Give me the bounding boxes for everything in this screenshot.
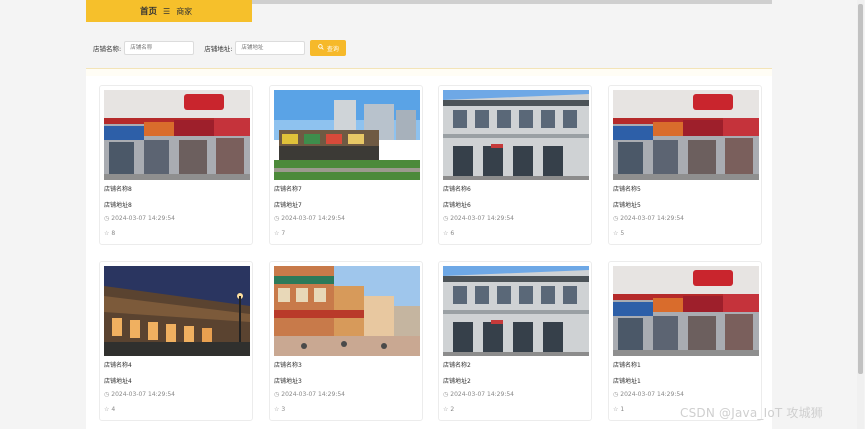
shop-likes: 6 [450, 230, 455, 237]
clock-icon: ◷ [613, 391, 619, 398]
clock-icon: ◷ [104, 215, 110, 222]
horizontal-scrollbar[interactable] [252, 0, 772, 4]
shop-name: 店铺名称4 [104, 362, 132, 369]
shop-time-row: ◷ 2024-03-07 14:29:54 [274, 215, 345, 222]
clock-icon: ◷ [443, 215, 449, 222]
vertical-scrollbar[interactable] [857, 0, 864, 429]
shop-card[interactable]: 店铺名称8 店铺地址8 ◷ 2024-03-07 14:29:54 ☆ 8 [99, 85, 253, 245]
shop-time-row: ◷ 2024-03-07 14:29:54 [274, 391, 345, 398]
watermark: CSDN @Java_IoT 攻城狮 [680, 406, 824, 420]
breadcrumb-current: 商家 [176, 6, 193, 16]
clock-icon: ◷ [443, 391, 449, 398]
shop-address-input[interactable] [235, 41, 306, 55]
shop-time-row: ◷ 2024-03-07 14:29:54 [104, 391, 175, 398]
shop-time-row: ◷ 2024-03-07 14:29:54 [443, 215, 514, 222]
shop-name: 店铺名称8 [104, 186, 132, 193]
breadcrumb-menu-icon: ☰ [163, 6, 171, 16]
shop-name: 店铺名称3 [274, 362, 302, 369]
shop-time: 2024-03-07 14:29:54 [450, 391, 514, 398]
shop-card[interactable]: 店铺名称4 店铺地址4 ◷ 2024-03-07 14:29:54 ☆ 4 [99, 261, 253, 421]
scrollbar-thumb[interactable] [858, 4, 863, 374]
shop-name: 店铺名称6 [443, 186, 471, 193]
shop-image[interactable] [104, 90, 250, 180]
shop-time-row: ◷ 2024-03-07 14:29:54 [443, 391, 514, 398]
breadcrumb-home[interactable]: 首页 [140, 5, 157, 17]
clock-icon: ◷ [613, 215, 619, 222]
shop-likes-row: ☆ 5 [613, 230, 624, 237]
shop-time-row: ◷ 2024-03-07 14:29:54 [613, 215, 684, 222]
clock-icon: ◷ [104, 391, 110, 398]
shop-likes: 1 [620, 406, 625, 413]
shop-likes: 3 [281, 406, 286, 413]
clock-icon: ◷ [274, 391, 280, 398]
shop-likes: 5 [620, 230, 625, 237]
shop-name: 店铺名称1 [613, 362, 641, 369]
clock-icon: ◷ [274, 215, 280, 222]
shop-time: 2024-03-07 14:29:54 [450, 215, 514, 222]
shop-card[interactable]: 店铺名称6 店铺地址6 ◷ 2024-03-07 14:29:54 ☆ 6 [438, 85, 592, 245]
shop-address: 店铺地址3 [274, 378, 302, 385]
shop-card[interactable]: 店铺名称7 店铺地址7 ◷ 2024-03-07 14:29:54 ☆ 7 [269, 85, 423, 245]
shop-time: 2024-03-07 14:29:54 [281, 391, 345, 398]
shop-grid: 店铺名称8 店铺地址8 ◷ 2024-03-07 14:29:54 ☆ 8 店铺… [86, 76, 772, 429]
shop-card[interactable]: 店铺名称3 店铺地址3 ◷ 2024-03-07 14:29:54 ☆ 3 [269, 261, 423, 421]
shop-card[interactable]: 店铺名称1 店铺地址1 ◷ 2024-03-07 14:29:54 ☆ 1 [608, 261, 762, 421]
shop-time-row: ◷ 2024-03-07 14:29:54 [104, 215, 175, 222]
shop-image[interactable] [274, 90, 420, 180]
shop-time: 2024-03-07 14:29:54 [111, 215, 175, 222]
shop-image[interactable] [443, 266, 589, 356]
shop-image[interactable] [613, 90, 759, 180]
shop-likes-row: ☆ 8 [104, 230, 115, 237]
star-icon[interactable]: ☆ [104, 406, 109, 413]
search-form: 店铺名称: 店铺地址: 查询 [93, 40, 347, 56]
search-button[interactable]: 查询 [310, 40, 347, 56]
shop-name-label: 店铺名称: [93, 45, 122, 53]
shop-time: 2024-03-07 14:29:54 [281, 215, 345, 222]
shop-address: 店铺地址2 [443, 378, 471, 385]
shop-time: 2024-03-07 14:29:54 [620, 215, 684, 222]
shop-image[interactable] [613, 266, 759, 356]
shop-address: 店铺地址8 [104, 202, 132, 209]
shop-address: 店铺地址6 [443, 202, 471, 209]
shop-likes: 8 [111, 230, 116, 237]
search-button-label: 查询 [326, 45, 339, 53]
shop-time-row: ◷ 2024-03-07 14:29:54 [613, 391, 684, 398]
star-icon[interactable]: ☆ [274, 406, 279, 413]
shop-name: 店铺名称7 [274, 186, 302, 193]
shop-likes: 2 [450, 406, 455, 413]
shop-likes-row: ☆ 3 [274, 406, 285, 413]
star-icon[interactable]: ☆ [613, 230, 618, 237]
shop-address: 店铺地址5 [613, 202, 641, 209]
shop-likes-row: ☆ 6 [443, 230, 454, 237]
shop-address: 店铺地址4 [104, 378, 132, 385]
shop-likes-row: ☆ 4 [104, 406, 115, 413]
star-icon[interactable]: ☆ [104, 230, 109, 237]
shop-time: 2024-03-07 14:29:54 [620, 391, 684, 398]
star-icon[interactable]: ☆ [443, 406, 448, 413]
shop-likes-row: ☆ 7 [274, 230, 285, 237]
breadcrumb: 首页 ☰ 商家 [86, 0, 252, 22]
shop-likes: 4 [111, 406, 116, 413]
shop-likes-row: ☆ 1 [613, 406, 624, 413]
star-icon[interactable]: ☆ [274, 230, 279, 237]
star-icon[interactable]: ☆ [443, 230, 448, 237]
shop-address: 店铺地址1 [613, 378, 641, 385]
shop-card[interactable]: 店铺名称5 店铺地址5 ◷ 2024-03-07 14:29:54 ☆ 5 [608, 85, 762, 245]
shop-address: 店铺地址7 [274, 202, 302, 209]
shop-image[interactable] [443, 90, 589, 180]
shop-image[interactable] [104, 266, 250, 356]
shop-name: 店铺名称2 [443, 362, 471, 369]
search-icon [318, 44, 324, 52]
shop-address-label: 店铺地址: [204, 45, 233, 53]
shop-image[interactable] [274, 266, 420, 356]
shop-name-input[interactable] [124, 41, 195, 55]
shop-card[interactable]: 店铺名称2 店铺地址2 ◷ 2024-03-07 14:29:54 ☆ 2 [438, 261, 592, 421]
shop-time: 2024-03-07 14:29:54 [111, 391, 175, 398]
shop-likes-row: ☆ 2 [443, 406, 454, 413]
shop-name: 店铺名称5 [613, 186, 641, 193]
star-icon[interactable]: ☆ [613, 406, 618, 413]
shop-likes: 7 [281, 230, 286, 237]
content-divider [86, 68, 772, 76]
